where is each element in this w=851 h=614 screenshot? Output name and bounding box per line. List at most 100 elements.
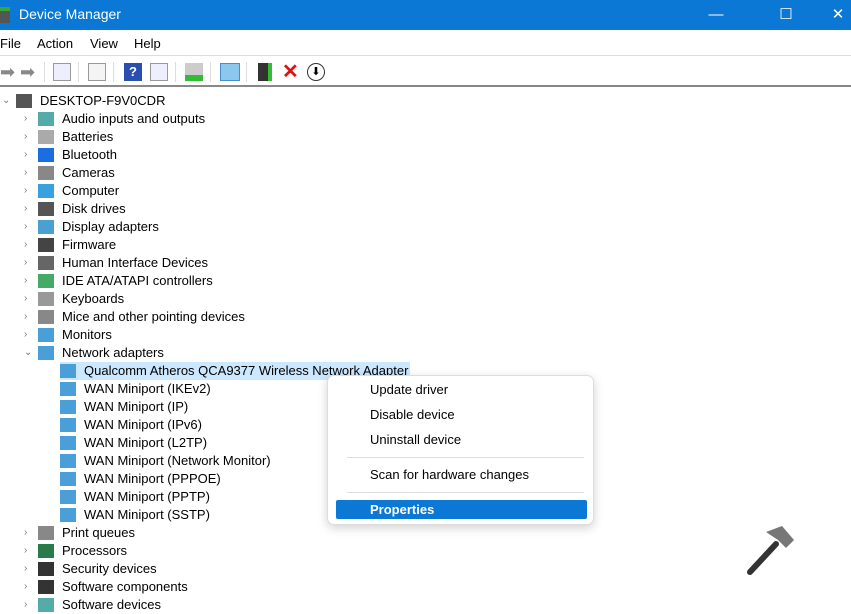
device-category-icon [60, 418, 76, 432]
tree-item-label: Monitors [62, 327, 112, 342]
expand-chevron-icon[interactable]: › [24, 578, 34, 596]
expand-chevron-icon[interactable]: › [24, 326, 34, 344]
tree-category[interactable]: › Software devices [24, 596, 163, 614]
expand-chevron-icon[interactable]: › [24, 524, 34, 542]
expand-chevron-icon[interactable]: › [24, 542, 34, 560]
help-icon[interactable]: ? [124, 63, 142, 81]
device-manager-icon [0, 7, 10, 23]
tree-category[interactable]: › Cameras [24, 164, 117, 182]
tree-category[interactable]: › Print queues [24, 524, 137, 542]
tree-category[interactable]: › Software components [24, 578, 190, 596]
scan-hardware-icon[interactable] [220, 63, 240, 81]
tree-category[interactable]: › Monitors [24, 326, 114, 344]
tree-item-label: Audio inputs and outputs [62, 111, 206, 126]
tree-category[interactable]: › Display adapters [24, 218, 161, 236]
collapse-chevron-icon[interactable]: ⌄ [24, 344, 34, 362]
expand-chevron-icon[interactable]: › [24, 218, 34, 236]
collapse-chevron-icon[interactable]: ⌄ [2, 92, 12, 110]
tree-device[interactable]: WAN Miniport (SSTP) [60, 506, 212, 524]
tree-category[interactable]: › Human Interface Devices [24, 254, 210, 272]
maximize-button[interactable]: ☐ [763, 0, 809, 30]
tree-category[interactable]: › Batteries [24, 128, 115, 146]
disable-device-icon[interactable]: ⬇ [307, 63, 325, 81]
menu-file[interactable]: File [0, 36, 21, 51]
tree-item-label: Disk drives [62, 201, 126, 216]
tree-device[interactable]: WAN Miniport (IP) [60, 398, 190, 416]
toolbar: ➡ ➡ ? ✕ ⬇ [0, 57, 851, 87]
tree-device[interactable]: WAN Miniport (IPv6) [60, 416, 204, 434]
menu-item-disable-device[interactable]: Disable device [336, 405, 587, 424]
expand-chevron-icon[interactable]: › [24, 182, 34, 200]
expand-chevron-icon[interactable]: › [24, 164, 34, 182]
forward-icon[interactable]: ➡ [20, 63, 38, 81]
tree-item-label: WAN Miniport (IPv6) [84, 417, 202, 432]
tree-device[interactable]: WAN Miniport (IKEv2) [60, 380, 213, 398]
close-button[interactable]: ✕ [815, 0, 851, 30]
tree-category[interactable]: › Security devices [24, 560, 159, 578]
tree-device[interactable]: WAN Miniport (PPPOE) [60, 470, 223, 488]
tree-category[interactable]: › Processors [24, 542, 129, 560]
tree-device[interactable]: WAN Miniport (PPTP) [60, 488, 212, 506]
device-category-icon [38, 238, 54, 252]
expand-chevron-icon[interactable]: › [24, 110, 34, 128]
tree-category[interactable]: › Bluetooth [24, 146, 119, 164]
tree-category[interactable]: › Keyboards [24, 290, 126, 308]
tree-category[interactable]: › Audio inputs and outputs [24, 110, 207, 128]
device-category-icon [60, 490, 76, 504]
tree-category[interactable]: › Disk drives [24, 200, 128, 218]
menu-action[interactable]: Action [37, 36, 73, 51]
menu-item-uninstall-device[interactable]: Uninstall device [336, 430, 587, 449]
properties-icon[interactable] [88, 63, 106, 81]
device-category-icon [60, 508, 76, 522]
tree-device[interactable]: WAN Miniport (L2TP) [60, 434, 209, 452]
enable-device-icon[interactable] [258, 63, 272, 81]
menu-item-properties[interactable]: Properties [336, 500, 587, 519]
tree-category[interactable]: › Computer [24, 182, 121, 200]
expand-chevron-icon[interactable]: › [24, 254, 34, 272]
minimize-button[interactable]: — [693, 0, 739, 30]
tree-category[interactable]: › IDE ATA/ATAPI controllers [24, 272, 215, 290]
tree-item-label: WAN Miniport (IP) [84, 399, 189, 414]
device-category-icon [38, 598, 54, 612]
expand-chevron-icon[interactable]: › [24, 146, 34, 164]
show-hide-console-tree-icon[interactable] [53, 63, 71, 81]
device-category-icon [38, 328, 54, 342]
action-pane-icon[interactable] [150, 63, 168, 81]
expand-chevron-icon[interactable]: › [24, 200, 34, 218]
tree-item-label: Print queues [62, 525, 135, 540]
tree-item-label: Security devices [62, 561, 157, 576]
tree-device[interactable]: WAN Miniport (Network Monitor) [60, 452, 273, 470]
tree-item-label: Keyboards [62, 291, 125, 306]
uninstall-icon[interactable]: ✕ [282, 62, 300, 82]
separator [347, 492, 584, 493]
expand-chevron-icon[interactable]: › [24, 560, 34, 578]
expand-chevron-icon[interactable]: › [24, 236, 34, 254]
expand-chevron-icon[interactable]: › [24, 128, 34, 146]
tree-item-label: Batteries [62, 129, 114, 144]
menu-help[interactable]: Help [134, 36, 161, 51]
back-icon[interactable]: ➡ [0, 63, 18, 81]
separator [347, 457, 584, 458]
expand-chevron-icon[interactable]: › [24, 272, 34, 290]
tree-root-computer[interactable]: ⌄ DESKTOP-F9V0CDR [2, 92, 167, 110]
context-menu: Update driver Disable device Uninstall d… [327, 375, 594, 525]
device-category-icon [38, 256, 54, 270]
device-category-icon [38, 148, 54, 162]
expand-chevron-icon[interactable]: › [24, 596, 34, 614]
menu-view[interactable]: View [90, 36, 118, 51]
expand-chevron-icon[interactable]: › [24, 290, 34, 308]
tree-item-label: Network adapters [62, 345, 164, 360]
tree-item-label: DESKTOP-F9V0CDR [40, 93, 166, 108]
tree-category-network-adapters[interactable]: ⌄ Network adapters [24, 344, 166, 362]
tree-item-label: Display adapters [62, 219, 159, 234]
update-driver-icon[interactable] [185, 63, 203, 81]
tree-category[interactable]: › Mice and other pointing devices [24, 308, 247, 326]
tree-item-label: Mice and other pointing devices [62, 309, 245, 324]
tree-item-label: WAN Miniport (PPPOE) [84, 471, 221, 486]
tree-item-label: Processors [62, 543, 128, 558]
menu-item-scan-hardware[interactable]: Scan for hardware changes [336, 465, 587, 484]
expand-chevron-icon[interactable]: › [24, 308, 34, 326]
menu-item-update-driver[interactable]: Update driver [336, 380, 587, 399]
tree-category[interactable]: › Firmware [24, 236, 118, 254]
device-tree: ⌄ DESKTOP-F9V0CDR › Audio inputs and output… [0, 91, 851, 612]
